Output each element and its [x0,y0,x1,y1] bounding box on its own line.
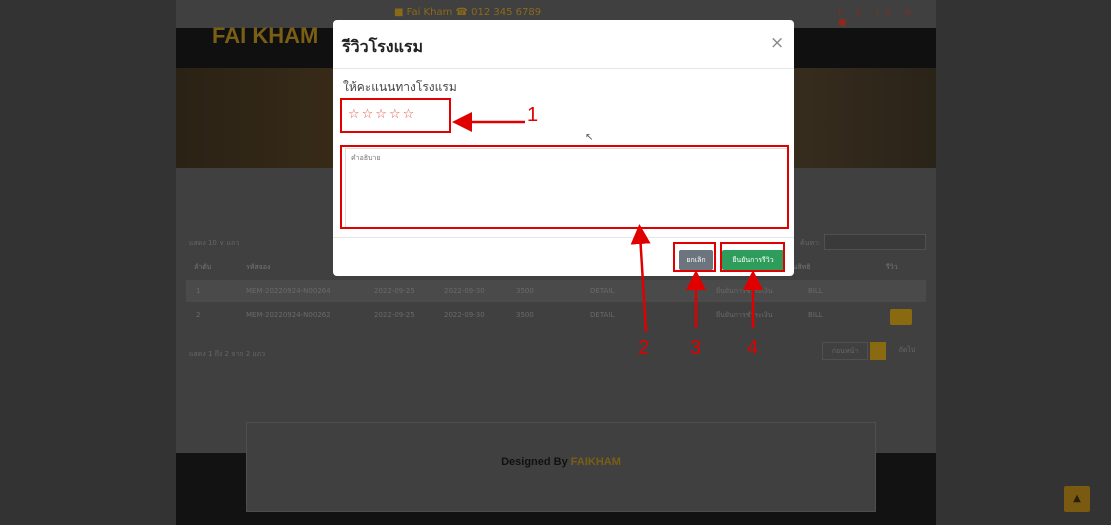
annotation-label-4: 4 [747,337,759,359]
annotation-label-2: 2 [638,337,650,359]
annotation-arrows [452,112,763,333]
annotation-label-3: 3 [690,337,702,359]
annotation-arrow-2 [630,224,651,333]
annotation-label-1: 1 [527,104,539,126]
